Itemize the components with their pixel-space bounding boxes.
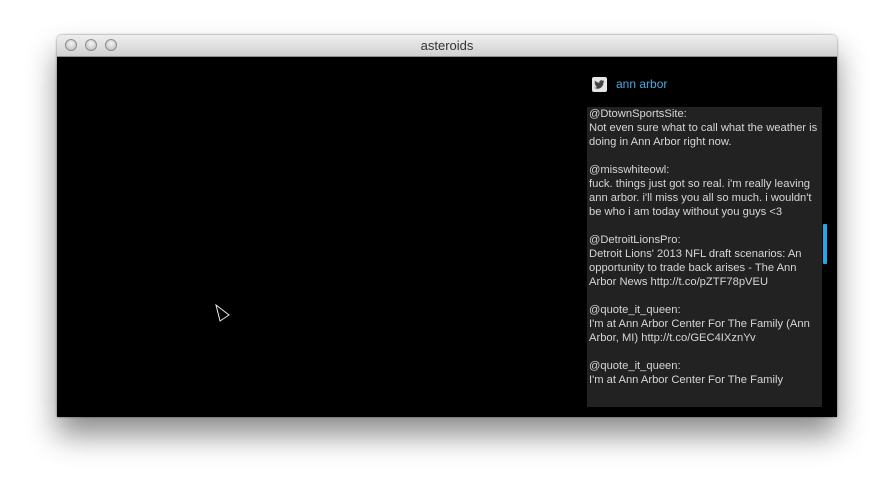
tweet-username: @quote_it_queen: — [589, 360, 681, 372]
tweet-text: fuck. things just got so real. i'm reall… — [589, 178, 812, 218]
tweet-feed[interactable]: @DtownSportsSite: Not even sure what to … — [587, 107, 822, 407]
tweet-item: @quote_it_queen: I'm at Ann Arbor Center… — [587, 359, 822, 387]
tweet-text: Detroit Lions' 2013 NFL draft scenarios:… — [589, 248, 802, 288]
tweet-text: I'm at Ann Arbor Center For The Family — [589, 374, 784, 386]
search-query-link[interactable]: ann arbor — [616, 77, 667, 91]
tweet-username: @quote_it_queen: — [589, 304, 681, 316]
tweet-text: Not even sure what to call what the weat… — [589, 122, 818, 148]
tweet-item: @quote_it_queen: I'm at Ann Arbor Center… — [587, 303, 822, 345]
title-bar[interactable]: asteroids — [57, 35, 837, 57]
tweet-username: @DetroitLionsPro: — [589, 234, 681, 246]
window-title: asteroids — [420, 38, 474, 53]
tweet-username: @misswhiteowl: — [589, 164, 670, 176]
tweet-item: @DetroitLionsPro: Detroit Lions' 2013 NF… — [587, 233, 822, 289]
twitter-bird-icon — [592, 77, 607, 92]
game-canvas[interactable]: ann arbor @DtownSportsSite: Not even sur… — [57, 57, 837, 417]
tweet-item: @misswhiteowl: fuck. things just got so … — [587, 163, 822, 219]
app-window: asteroids ann arbor @DtownSportsSite: No… — [57, 35, 837, 417]
tweet-username: @DtownSportsSite: — [589, 108, 687, 120]
tweet-text: I'm at Ann Arbor Center For The Family (… — [589, 318, 810, 344]
ship-icon — [215, 304, 230, 322]
tweet-item: @DtownSportsSite: Not even sure what to … — [587, 107, 822, 149]
feed-scrollbar-thumb[interactable] — [823, 224, 827, 264]
